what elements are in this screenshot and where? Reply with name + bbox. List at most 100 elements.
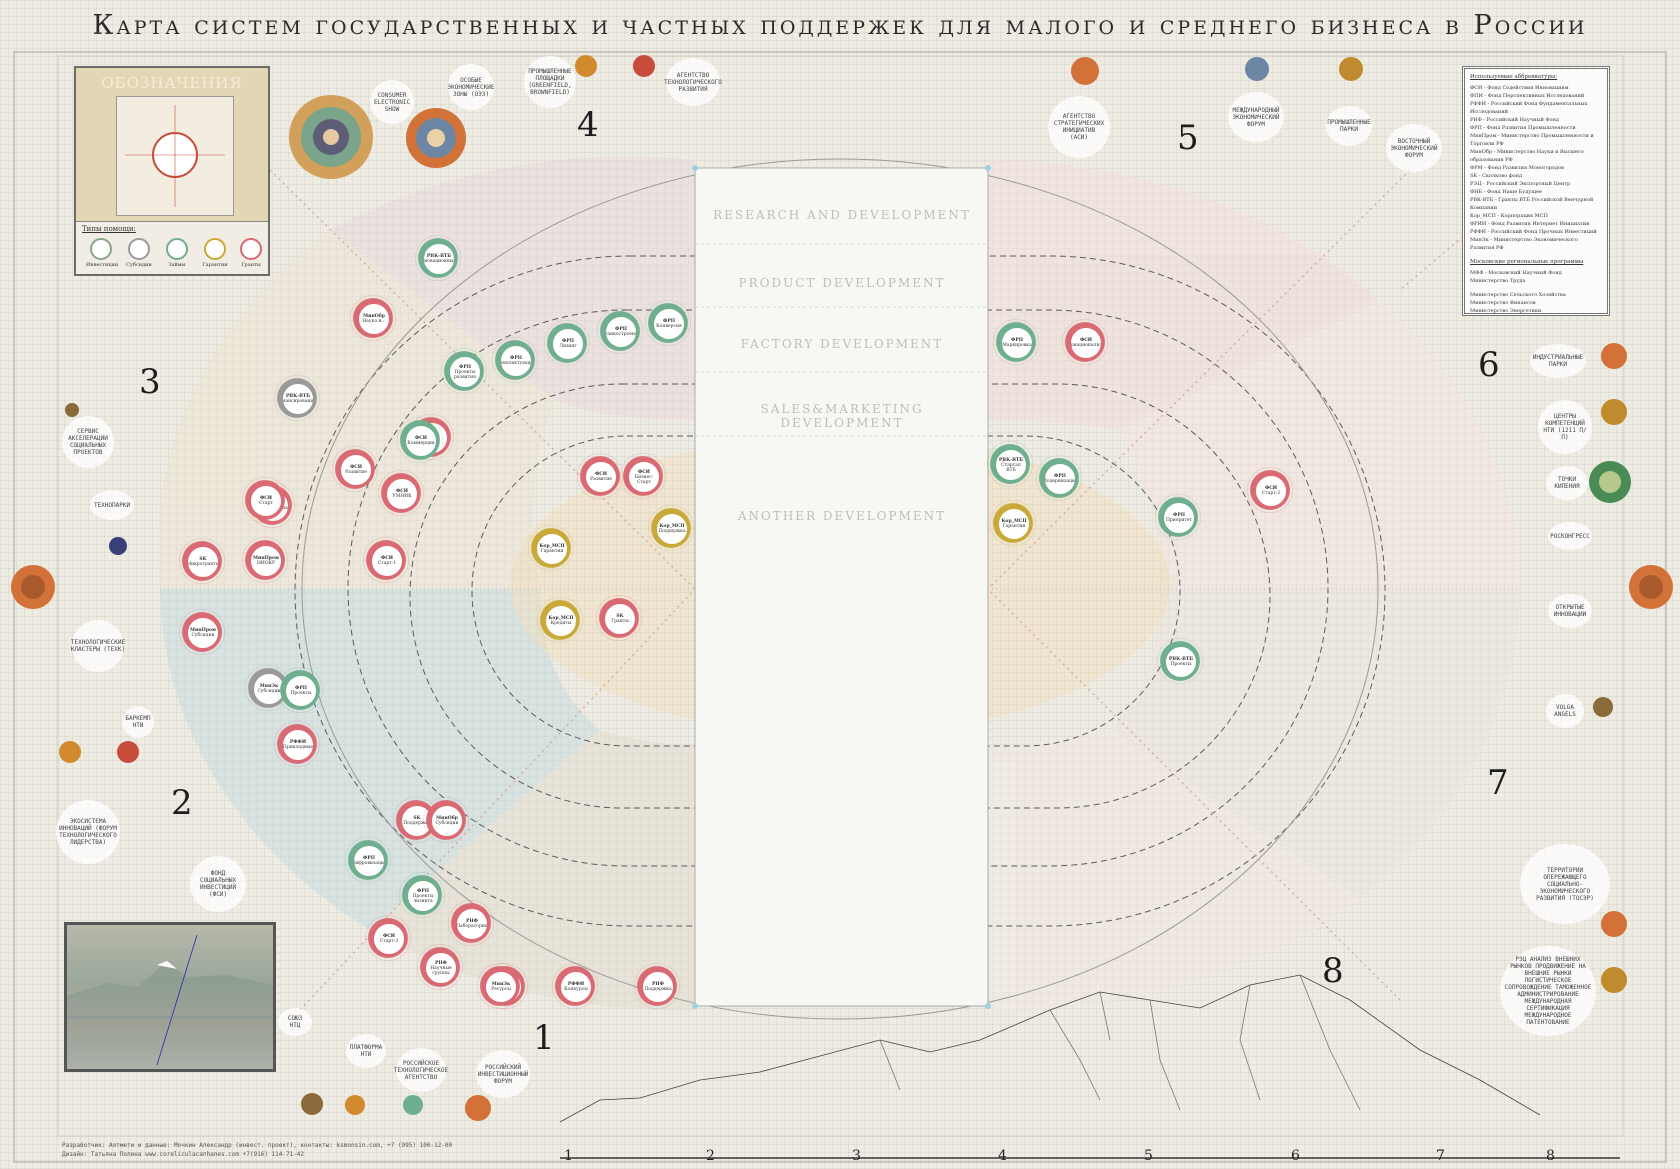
funding-node-subtitle: Лизинг — [559, 344, 577, 349]
stage-label-another: ANOTHER DEVELOPMENT — [737, 509, 947, 523]
compass-rose-icon — [345, 1095, 365, 1115]
funding-node[interactable]: Кор_МСП Гарантии — [998, 508, 1030, 540]
funding-node[interactable]: ФРП Проекты лизинга — [407, 880, 439, 912]
funding-node-subtitle: Комплектующие — [500, 361, 531, 366]
note-industrial-parks-right: ИНДУСТРИАЛЬНЫЕ ПАРКИ — [1530, 344, 1586, 378]
funding-node-subtitle: Прикладные — [282, 745, 314, 750]
funding-node-subtitle: Проекты — [290, 691, 312, 696]
funding-node[interactable]: МинПром НИОКР — [250, 545, 282, 577]
credits-line-2: Дизайн: Татьяна Полина www.coreliculacaп… — [62, 1151, 305, 1158]
funding-node[interactable]: SK Микрогранты — [187, 546, 219, 578]
funding-node[interactable]: ФРП Проекты — [285, 675, 317, 707]
compass-rose-icon — [1601, 967, 1627, 993]
funding-node[interactable]: ФСИ Старт-2 — [1255, 475, 1287, 507]
note-open-innovation: ОТКРЫТЫЕ ИННОВАЦИИ — [1548, 594, 1592, 628]
funding-node[interactable]: МинЭк Ресурсы — [485, 971, 517, 1003]
funding-node[interactable]: МинПром Субсидии — [187, 617, 219, 649]
legend-item: ФНБ - Фонд Наше Будущее — [1470, 189, 1542, 195]
compass-rose-icon — [1601, 911, 1627, 937]
compass-rose-icon — [109, 537, 127, 555]
funding-node[interactable]: ФСИ Коммерция — [405, 425, 437, 457]
funding-node-subtitle: Наука и... — [362, 319, 386, 324]
funding-node-subtitle: Ресурсы — [491, 987, 511, 992]
funding-node[interactable]: ФРП Лизинг — [552, 328, 584, 360]
stage-label-rd: RESEARCH AND DEVELOPMENT — [713, 208, 971, 222]
mountain-thumbnail-art — [67, 934, 273, 1069]
funding-node-subtitle: Цифровизация — [353, 861, 385, 866]
funding-node-subtitle: Проекты — [1170, 662, 1192, 667]
note-tech-agency: АГЕНТСТВО ТЕХНОЛОГИЧЕСКОГО РАЗВИТИЯ — [664, 58, 722, 106]
compass-rose-icon — [65, 403, 79, 417]
funding-node[interactable]: РНФ Научные группы — [425, 952, 457, 984]
funding-node[interactable]: РФФИ Конкурсы — [560, 971, 592, 1003]
legend-regional-item: Министерство Труда — [1470, 278, 1526, 284]
axis-number-8: 8 — [1546, 1148, 1555, 1164]
credits-line-1: Разработчик: Аятмети и данные: Мочкин Ал… — [62, 1142, 453, 1149]
legend-item: РЭЦ - Российский Экспортный Центр — [1470, 181, 1571, 187]
funding-node[interactable]: РФФИ Прикладные — [282, 729, 314, 761]
funding-node[interactable]: ФСИСтарт — [250, 485, 282, 517]
funding-node[interactable]: ФСИ Старт-3 — [373, 923, 405, 955]
funding-node[interactable]: ФРП Приоритет — [1163, 502, 1195, 534]
funding-node[interactable]: ФСИ Развитие — [585, 461, 617, 493]
funding-node[interactable]: РНФ Лаборатории — [456, 908, 488, 940]
funding-node[interactable]: РВК-ВТБФинансирование... — [282, 383, 314, 415]
funding-node-subtitle: Коммерция — [407, 441, 435, 446]
funding-node-subtitle: Проекты развития — [454, 369, 476, 380]
funding-node-subtitle: Субсидии — [435, 821, 459, 826]
funding-node-subtitle: УМНИК — [392, 494, 412, 499]
funding-node[interactable]: РВК-ВТБ Стартап ВТБ — [995, 449, 1027, 481]
funding-node[interactable]: ФРП Проекты развития — [449, 356, 481, 388]
zone-number-8: 8 — [1322, 951, 1344, 991]
central-panel — [694, 167, 989, 1007]
funding-node[interactable]: ФСИ УМНИК — [386, 478, 418, 510]
funding-node[interactable]: ФРП Модернизация — [1044, 463, 1076, 495]
axis-number-1: 1 — [564, 1148, 573, 1164]
funding-node[interactable]: РНФ Поддержка — [642, 971, 674, 1003]
note-consumer-show: CONSUMER ELECTRONIC SHOW — [370, 80, 414, 124]
compass-rose-icon — [1601, 343, 1627, 369]
funding-node[interactable]: SK Гранты — [604, 603, 636, 635]
mountain-thumbnail — [64, 922, 276, 1072]
legend-item: РНФ - Российский Научный Фонд — [1470, 117, 1559, 123]
zone-number-1: 1 — [533, 1018, 555, 1058]
compass-rose-icon — [117, 741, 139, 763]
key-panel-diagram — [116, 96, 234, 216]
funding-node[interactable]: Кор_МСП Кредиты — [545, 605, 577, 637]
compass-rose-icon — [1339, 57, 1363, 81]
axis-number-7: 7 — [1436, 1148, 1445, 1164]
legend-item: Кор_МСП - Корпорация МСП — [1470, 213, 1548, 219]
funding-node[interactable]: РВК-ВТБ Проекты — [1165, 646, 1197, 678]
funding-node[interactable]: ФСИ Старт-1 — [371, 545, 403, 577]
funding-node[interactable]: МинОбр Субсидии — [431, 805, 463, 837]
funding-node[interactable]: ФРП Маркировка — [1001, 327, 1033, 359]
funding-node[interactable]: МинОбр Наука и... — [358, 303, 390, 335]
funding-node[interactable]: ФРП Конверсия — [653, 308, 685, 340]
legend-item: ФПИ - Фонд Перспективных Исследований — [1470, 93, 1585, 99]
legend-item: МинОбр - Министерство Науки и Высшего об… — [1470, 149, 1584, 163]
funding-node[interactable]: ФСИ Развитие — [340, 454, 372, 486]
funding-node[interactable]: ФРП Цифровизация — [353, 845, 385, 877]
compass-rose-icon — [403, 1095, 423, 1115]
compass-rose-icon — [1245, 57, 1269, 81]
funding-node-subtitle: Кредиты — [550, 621, 572, 626]
funding-node-subtitle: Конкурсы — [564, 987, 588, 992]
compass-rose-icon — [11, 565, 55, 609]
type-guarantee: Гарантии — [200, 238, 230, 268]
funding-node[interactable]: ФРПКомплектующие — [500, 345, 532, 377]
credits-footer: Разработчик: Аятмети и данные: Мочкин Ал… — [62, 1141, 452, 1159]
funding-node[interactable]: РВК-ВТБИнновационный... — [423, 243, 455, 275]
funding-node-subtitle: Поддержка — [644, 987, 672, 992]
funding-node[interactable]: Кор_МСП Поддержка — [656, 513, 688, 545]
funding-node[interactable]: ФСИИнтернационализация — [1070, 327, 1102, 359]
note-industrial-parks-top: ПРОМЫШЛЕННЫЕ ПАРКИ — [1326, 106, 1372, 146]
funding-node[interactable]: ФСИ Бизнес-Старт — [628, 461, 660, 493]
zone-number-3: 3 — [139, 362, 161, 402]
legend-item: ФРИИ - Фонд Развития Интернет Инициатив — [1470, 221, 1590, 227]
funding-node[interactable]: ФРПСтанкостроение — [605, 316, 637, 348]
funding-node-subtitle: Бизнес-Старт — [634, 474, 654, 485]
note-ecosystem: ЭКОСИСТЕМА ИННОВАЦИЙ (ФОРУМ ТЕХНОЛОГИЧЕС… — [56, 800, 120, 864]
stage-label-product: PRODUCT DEVELOPMENT — [738, 276, 946, 290]
note-growth-points: ТОЧКИ КИПЕНИЯ — [1546, 466, 1588, 500]
funding-node[interactable]: Кор_МСП Гарантии — [536, 533, 568, 565]
